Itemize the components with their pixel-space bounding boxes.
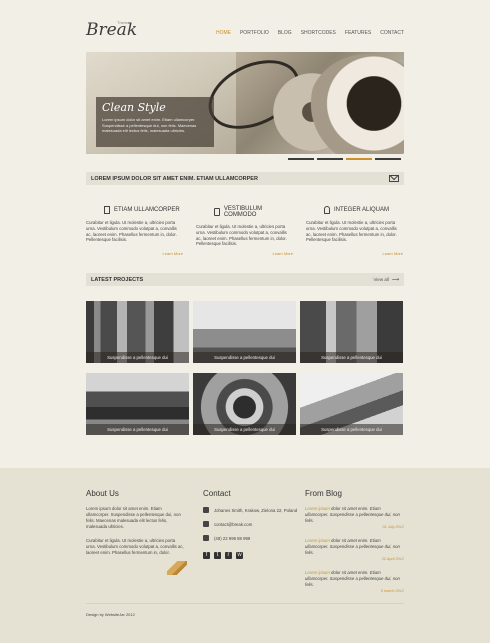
blog-item[interactable]: Lorem ipsum dolor sit amet enim. Etiam u… xyxy=(305,538,404,562)
project-caption: Suspendisse a pellentesque dui xyxy=(86,424,189,435)
section-title: LATEST PROJECTS xyxy=(91,276,144,283)
blog-item-date: 5 march 2012 xyxy=(380,589,404,593)
paper-crane-image xyxy=(167,561,187,575)
document-icon xyxy=(104,206,110,214)
feature-column: ETIAM ULLAMCORPER Curabitur et ligula. U… xyxy=(86,206,183,256)
site-logo[interactable]: Break xyxy=(86,20,137,40)
footer-about-title: About Us xyxy=(86,489,119,498)
blog-item[interactable]: Lorem ipsum dolor sit amet enim. Etiam u… xyxy=(305,506,404,530)
project-thumbnail[interactable]: Suspendisse a pellentesque dui xyxy=(86,301,189,363)
project-thumbnail[interactable]: Suspendisse a pellentesque dui xyxy=(300,373,403,435)
copyright-text: Design by WebsiteJar 2012 xyxy=(86,612,135,617)
nav-features[interactable]: FEATURES xyxy=(345,30,371,36)
hero-cup-image xyxy=(308,54,404,154)
project-thumbnail[interactable]: Suspendisse a pellentesque dui xyxy=(86,373,189,435)
footer-about: About Us Lorem ipsum dolor sit amet enim… xyxy=(86,489,186,556)
nav-portfolio[interactable]: PORTFOLIO xyxy=(240,30,269,36)
blog-item-link[interactable]: Lorem ipsum xyxy=(305,538,330,543)
feature-title: VESTIBULUM COMMODO xyxy=(223,206,263,218)
latest-projects-header: LATEST PROJECTS View all ⟶ xyxy=(86,273,404,286)
feature-text: Curabitur et ligula. Ut molestie a, ultr… xyxy=(306,220,397,243)
tagline-text: LOREM IPSUM DOLOR SIT AMET ENIM. ETIAM U… xyxy=(91,175,258,182)
feature-text: Curabitur et ligula. Ut molestie a, ultr… xyxy=(86,220,177,243)
project-thumbnail[interactable]: Suspendisse a pellentesque dui xyxy=(193,301,296,363)
footer-blog-title: From Blog xyxy=(305,489,342,498)
headphones-icon xyxy=(324,206,330,214)
slider-pagination xyxy=(288,158,401,160)
blog-item-date: 01 July 2012 xyxy=(382,525,404,529)
learn-more-link[interactable]: Learn More xyxy=(273,251,293,256)
main-nav: HOME PORTFOLIO BLOG SHORTCODES FEATURES … xyxy=(216,30,404,36)
project-caption: Suspendisse a pellentesque dui xyxy=(193,424,296,435)
contact-address: Johanes Smith, Krakow, Zielona 22, Polan… xyxy=(214,507,298,513)
phone-icon xyxy=(203,535,209,541)
nav-home[interactable]: HOME xyxy=(216,30,231,36)
project-caption: Suspendisse a pellentesque dui xyxy=(300,424,403,435)
project-caption: Suspendisse a pellentesque dui xyxy=(193,352,296,363)
footer-about-text: Lorem ipsum dolor sit amet enim. Etiam u… xyxy=(86,506,181,529)
footer-about-text: Curabitur et ligula. Ut molestie a, ultr… xyxy=(86,538,184,555)
twitter-icon[interactable]: t xyxy=(214,552,221,559)
blog-item-link[interactable]: Lorem ipsum xyxy=(305,570,330,575)
footer-blog: From Blog Lorem ipsum dolor sit amet eni… xyxy=(305,489,404,594)
social-links: f t r w xyxy=(203,552,303,559)
hero-text: Lorem ipsum dolor sit amet enim. Etiam u… xyxy=(102,117,197,133)
slide-indicator[interactable] xyxy=(375,158,401,160)
arrow-right-icon[interactable]: ⟶ xyxy=(392,277,399,283)
view-all-link[interactable]: View all xyxy=(373,277,388,282)
contact-phone: (48) 22 999 88 999 xyxy=(214,535,251,541)
person-icon xyxy=(203,507,209,513)
feature-column: INTEGER ALIQUAM Curabitur et ligula. Ut … xyxy=(306,206,403,256)
logo-subtitle: Theme xyxy=(117,20,130,25)
hero-slider[interactable]: Clean Style Lorem ipsum dolor sit amet e… xyxy=(86,52,404,154)
footer-divider xyxy=(86,603,404,604)
feature-text: Curabitur et ligula. Ut molestie a, ultr… xyxy=(196,224,287,247)
learn-more-link[interactable]: Learn More xyxy=(163,251,183,256)
wordpress-icon[interactable]: w xyxy=(236,552,243,559)
footer-contact-title: Contact xyxy=(203,489,231,498)
rss-icon[interactable]: r xyxy=(225,552,232,559)
facebook-icon[interactable]: f xyxy=(203,552,210,559)
blog-item[interactable]: Lorem ipsum dolor sit amet enim. Etiam u… xyxy=(305,570,404,594)
project-caption: Suspendisse a pellentesque dui xyxy=(300,352,403,363)
feature-column: VESTIBULUM COMMODO Curabitur et ligula. … xyxy=(196,206,293,256)
nav-contact[interactable]: CONTACT xyxy=(380,30,404,36)
project-thumbnail[interactable]: Suspendisse a pellentesque dui xyxy=(300,301,403,363)
email-icon xyxy=(203,521,209,527)
feature-title: INTEGER ALIQUAM xyxy=(334,207,390,213)
tagline-banner: LOREM IPSUM DOLOR SIT AMET ENIM. ETIAM U… xyxy=(86,172,404,185)
footer-contact: Contact Johanes Smith, Krakow, Zielona 2… xyxy=(203,489,303,559)
contact-email[interactable]: contact@break.com xyxy=(214,522,252,527)
project-caption: Suspendisse a pellentesque dui xyxy=(86,352,189,363)
mail-icon[interactable] xyxy=(389,175,399,182)
hero-title: Clean Style xyxy=(102,101,166,114)
feature-title: ETIAM ULLAMCORPER xyxy=(114,207,180,213)
slide-indicator[interactable] xyxy=(288,158,314,160)
hero-caption: Clean Style Lorem ipsum dolor sit amet e… xyxy=(96,97,214,147)
phone-icon xyxy=(214,208,220,216)
nav-shortcodes[interactable]: SHORTCODES xyxy=(301,30,336,36)
learn-more-link[interactable]: Learn More xyxy=(383,251,403,256)
blog-item-date: 22 April 2012 xyxy=(381,557,404,561)
blog-item-link[interactable]: Lorem ipsum xyxy=(305,506,330,511)
slide-indicator[interactable] xyxy=(317,158,343,160)
nav-blog[interactable]: BLOG xyxy=(278,30,292,36)
slide-indicator-active[interactable] xyxy=(346,158,372,160)
project-thumbnail[interactable]: Suspendisse a pellentesque dui xyxy=(193,373,296,435)
